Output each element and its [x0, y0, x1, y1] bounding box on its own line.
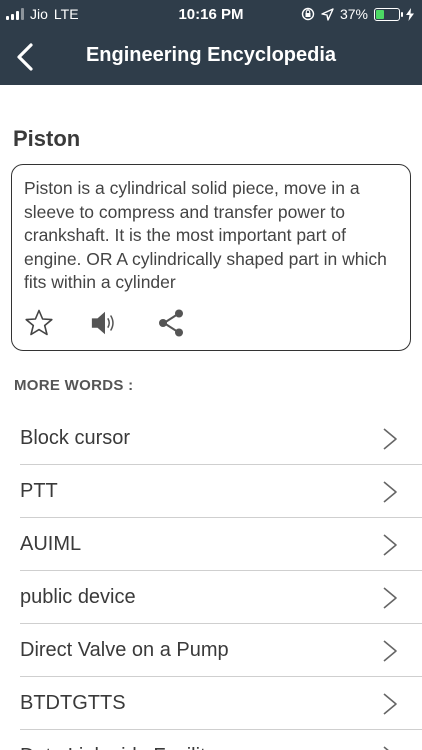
location-icon [321, 7, 334, 21]
list-item-label: Direct Valve on a Pump [20, 638, 229, 661]
definition-text: Piston is a cylindrical solid piece, mov… [24, 178, 387, 292]
star-icon [25, 309, 53, 336]
navigation-bar: Engineering Encyclopedia [0, 30, 422, 85]
status-right: 37% [301, 6, 414, 22]
list-item-label: AUIML [20, 532, 82, 555]
battery-level [376, 9, 385, 19]
chevron-right-icon [383, 693, 397, 715]
chevron-left-icon [17, 43, 33, 71]
definition-card: Piston is a cylindrical solid piece, mov… [11, 164, 411, 351]
chevron-right-icon [383, 428, 397, 450]
share-button[interactable] [156, 308, 186, 338]
battery-icon [374, 7, 403, 21]
back-button[interactable] [10, 40, 40, 74]
chevron-right-icon [383, 640, 397, 662]
share-icon [159, 309, 183, 337]
word-title: Piston [13, 126, 81, 151]
list-item[interactable]: Data Link-side Facility [20, 730, 422, 750]
list-item-label: Block cursor [20, 426, 131, 449]
chevron-right-icon [383, 481, 397, 503]
list-item[interactable]: Block cursor [20, 412, 422, 465]
list-item[interactable]: Direct Valve on a Pump [20, 624, 422, 677]
list-item[interactable]: AUIML [20, 518, 422, 571]
favorite-button[interactable] [24, 308, 54, 338]
nav-title: Engineering Encyclopedia [85, 44, 337, 66]
speaker-icon [91, 311, 114, 335]
list-item[interactable]: public device [20, 571, 422, 624]
list-item-label: BTDTGTTS [20, 691, 126, 714]
rotation-lock-icon [301, 7, 315, 21]
list-item-label: public device [20, 585, 136, 608]
list-item-label: Data Link-side Facility [20, 745, 216, 750]
charging-icon [406, 7, 414, 21]
list-item[interactable]: PTT [20, 465, 422, 518]
more-words-list: Block cursor PTT AUIML public device Dir… [0, 412, 422, 750]
battery-percent: 37% [339, 6, 368, 22]
more-words-heading: MORE WORDS : [14, 377, 134, 394]
definition-actions [24, 308, 186, 338]
chevron-right-icon [383, 587, 397, 609]
chevron-right-icon [383, 534, 397, 556]
chevron-right-icon [383, 746, 389, 750]
pronounce-button[interactable] [90, 308, 120, 338]
list-item-label: PTT [20, 479, 58, 502]
list-item[interactable]: BTDTGTTS [20, 677, 422, 730]
status-bar: Jio LTE 10:16 PM 37% [0, 0, 422, 30]
